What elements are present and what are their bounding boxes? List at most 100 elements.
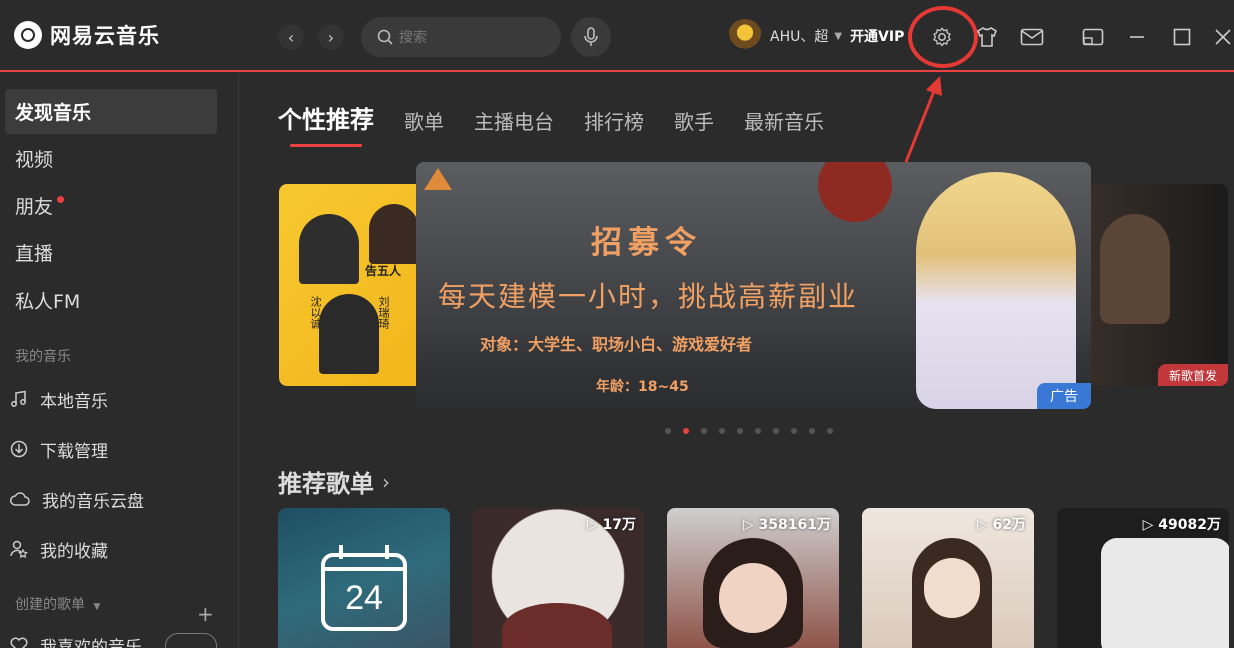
notification-dot [57,196,65,203]
recommended-playlists-heading[interactable]: 推荐歌单 › [278,464,390,499]
sidebar-item-label: 私人FM [15,291,81,313]
carousel-dot[interactable] [719,428,725,434]
sidebar-item-label: 视频 [15,149,54,171]
section-title: 推荐歌单 [278,470,374,498]
sidebar-item-video[interactable]: 视频 [5,136,217,181]
banner-subtitle: 每天建模一小时，挑战高薪副业 [438,280,859,313]
carousel-dot[interactable] [791,428,797,434]
minimize-icon [1130,36,1144,38]
carousel-dot[interactable] [773,428,779,434]
maximize-icon [1173,28,1191,46]
carousel-dot[interactable] [755,428,761,434]
sidebar-item-liked[interactable]: 我喜欢的音乐 [10,630,142,648]
sidebar-item-live[interactable]: 直播 [5,230,217,275]
banner-left-text: 刘瑞琦 [377,296,390,329]
vip-button[interactable]: 开通VIP [850,26,904,46]
artist-photo [319,294,379,374]
mini-player-icon [1082,28,1104,46]
app-logo[interactable]: 网易云音乐 [14,20,160,50]
download-icon [10,440,28,458]
search-input[interactable] [399,29,549,45]
mini-mode-button[interactable] [1080,24,1106,50]
chevron-left-icon: ‹ [287,27,295,47]
messages-button[interactable] [1019,24,1045,50]
playlist-card[interactable]: ▷ 49082万 [1057,508,1229,648]
play-count: ▷ 49082万 [1142,517,1221,533]
carousel-dot[interactable] [827,428,833,434]
banner-target: 对象：大学生、职场小白、游戏爱好者 [480,335,753,354]
sidebar-item-collection[interactable]: 我的收藏 [10,534,108,564]
sidebar-item-label: 本地音乐 [40,391,108,412]
sidebar-item-discover[interactable]: 发现音乐 [5,89,217,134]
playlist-card[interactable]: ▷ 17万 [472,508,644,648]
caret-down-icon[interactable]: ▼ [834,31,842,42]
banner-main[interactable]: 招募令 每天建模一小时，挑战高薪副业 对象：大学生、职场小白、游戏爱好者 年龄：… [416,162,1091,409]
add-playlist-button[interactable]: + [197,602,214,626]
sidebar-item-cloud[interactable]: 我的音乐云盘 [10,484,144,514]
calendar-icon: 24 [321,545,407,631]
carousel-dot[interactable] [809,428,815,434]
artist-photo [369,204,419,264]
voice-search-button[interactable] [571,17,611,57]
sidebar-item-local-music[interactable]: 本地音乐 [10,384,108,414]
tab-new-music[interactable]: 最新音乐 [744,106,824,135]
sidebar-item-label: 直播 [15,243,54,265]
pavilion-image [502,603,612,648]
minimize-button[interactable] [1124,24,1150,50]
sidebar-item-label: 我喜欢的音乐 [40,637,142,648]
tab-charts[interactable]: 排行榜 [584,106,644,135]
calendar-date: 24 [345,579,383,617]
sidebar-item-label: 我的音乐云盘 [42,491,144,512]
skin-button[interactable] [974,24,1000,50]
carousel-dot-active[interactable] [683,428,689,434]
face-photo [719,563,787,633]
heart-mode-button[interactable] [165,633,217,648]
sidebar-item-label: 发现音乐 [15,102,92,124]
carousel-dot[interactable] [665,428,671,434]
app-name: 网易云音乐 [50,24,160,48]
sidebar-item-downloads[interactable]: 下载管理 [10,434,108,464]
logo-icon [424,168,452,190]
maximize-button[interactable] [1169,24,1195,50]
sidebar-item-friends[interactable]: 朋友 [5,183,217,228]
back-button[interactable]: ‹ [278,24,304,50]
carousel-dot[interactable] [737,428,743,434]
banner-left-text: 沈以诚 [309,296,322,329]
chevron-right-icon: › [327,27,335,47]
cloud-icon [10,492,30,506]
tab-recommend[interactable]: 个性推荐 [278,100,374,147]
play-count: ▷ 358161万 [742,517,831,533]
highlight-circle [908,6,978,68]
sidebar-item-label: 我的收藏 [40,541,108,562]
user-menu[interactable]: AHU、超 ▼ 开通VIP [728,19,904,53]
close-button[interactable] [1210,24,1234,50]
title-bar: 网易云音乐 ‹ › AHU、超 ▼ 开通VIP [0,0,1234,72]
banner-next[interactable]: 新歌首发 [1080,184,1228,386]
playlist-card-daily[interactable]: 24 [278,508,450,648]
search-bar[interactable] [361,17,561,57]
playlist-card[interactable]: ▷ 62万 [862,508,1034,648]
banner-age: 年龄：18~45 [596,379,689,395]
tab-playlists[interactable]: 歌单 [404,106,444,135]
tab-radio[interactable]: 主播电台 [474,106,554,135]
new-release-tag: 新歌首发 [1158,364,1228,386]
character-illustration [916,172,1076,409]
app-window: 网易云音乐 ‹ › AHU、超 ▼ 开通VIP [0,0,1234,648]
created-playlists-label: 创建的歌单 [15,597,85,613]
avatar[interactable] [728,19,762,53]
playlist-card[interactable]: ▷ 358161万 [667,508,839,648]
my-music-heading: 我的音乐 [15,349,71,365]
created-playlists-heading[interactable]: 创建的歌单 ▼ [15,594,100,614]
tab-artists[interactable]: 歌手 [674,106,714,135]
tshirt-icon [977,27,997,47]
close-icon [1215,29,1231,45]
forward-button[interactable]: › [318,24,344,50]
heart-icon [10,637,28,648]
artist-photo [299,214,359,284]
carousel-dot[interactable] [701,428,707,434]
search-icon [377,29,393,45]
sidebar-item-fm[interactable]: 私人FM [5,278,217,323]
username[interactable]: AHU、超 [770,26,828,46]
moon-decoration [818,162,892,222]
play-count: ▷ 62万 [976,517,1026,533]
